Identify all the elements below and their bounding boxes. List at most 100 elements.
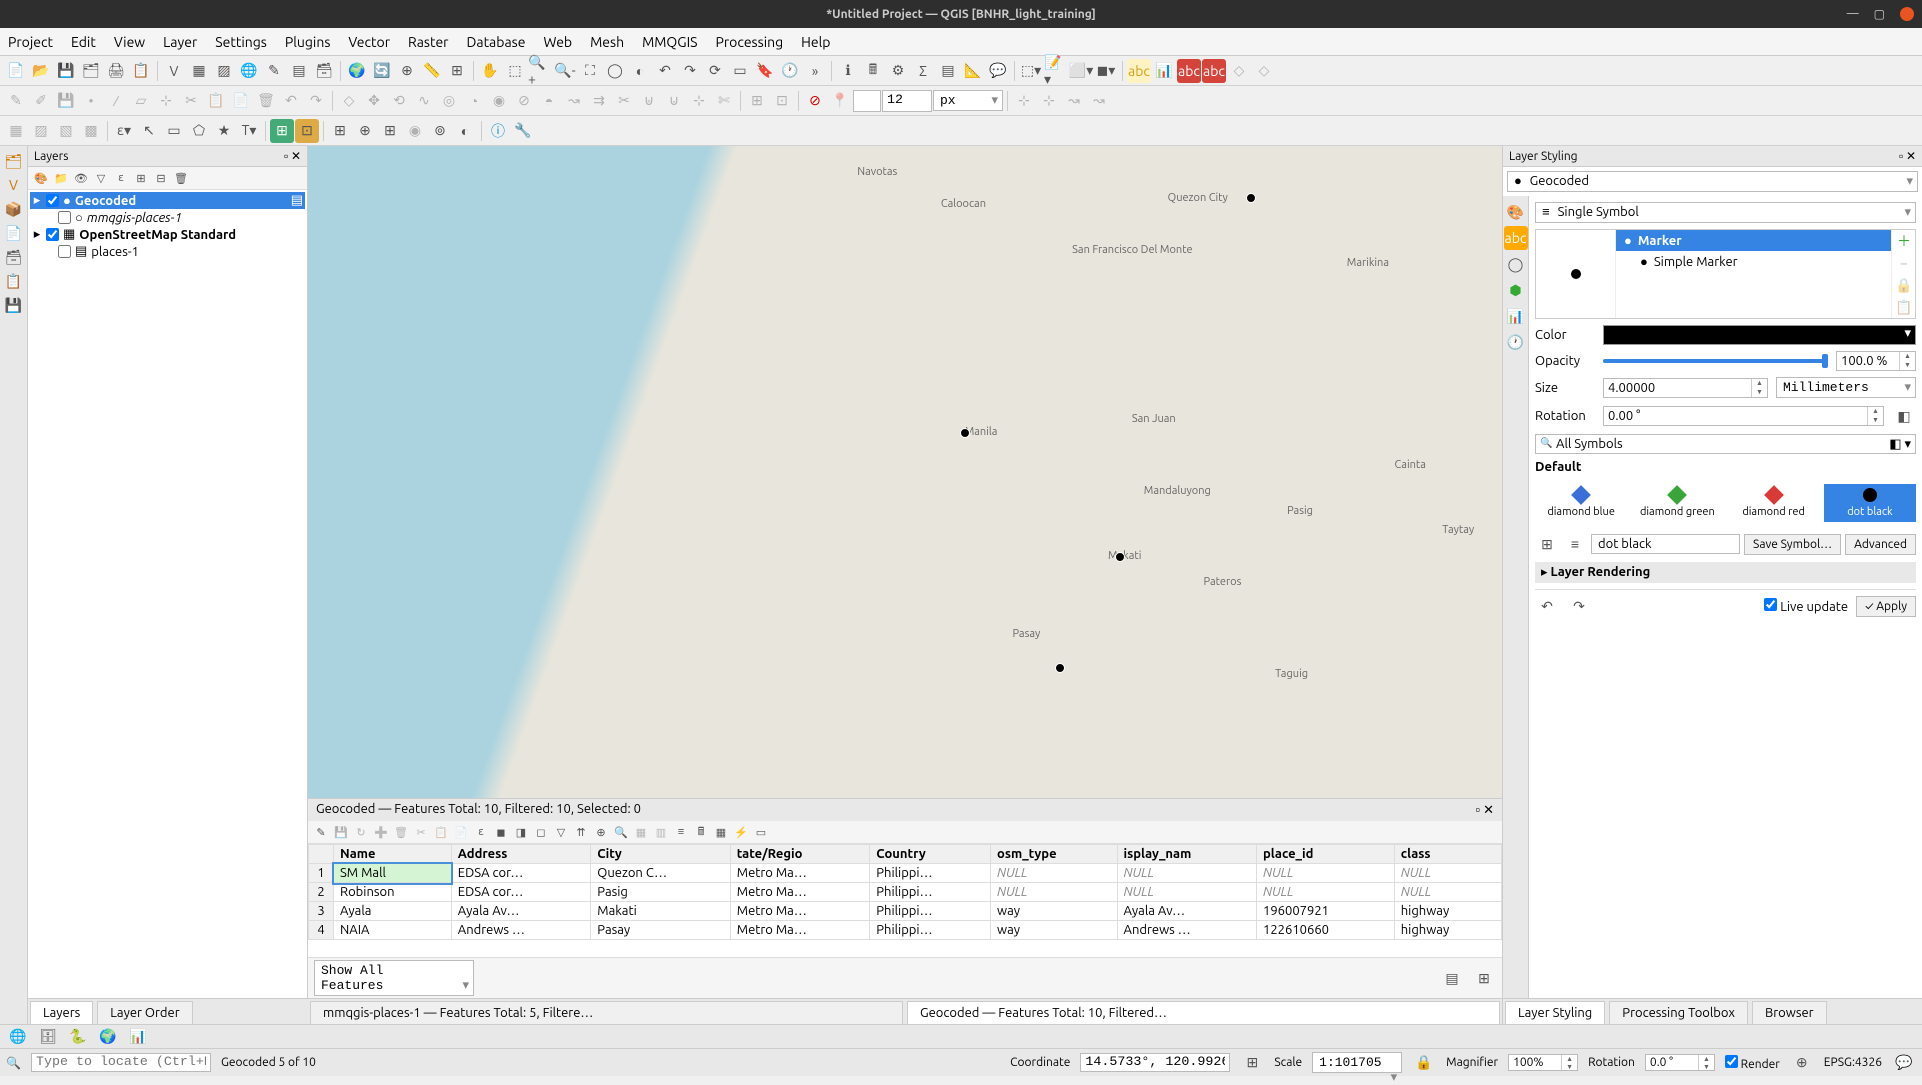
table-cell[interactable]: way [991,902,1117,921]
symbol-item[interactable]: diamond green [1631,484,1723,522]
menu-edit[interactable]: Edit [71,34,96,50]
select-rect-icon[interactable]: ▭ [162,119,186,143]
menu-settings[interactable]: Settings [215,34,267,50]
live-update-checkbox[interactable]: Live update [1764,598,1848,614]
apply-button[interactable]: ✓ Apply [1856,596,1916,617]
tab-layer-styling[interactable]: Layer Styling [1505,1001,1605,1024]
masks-tab-icon[interactable]: ◯ [1504,252,1528,276]
menu-mesh[interactable]: Mesh [590,34,624,50]
select-all-icon[interactable]: ◼ [492,823,510,841]
table-cell[interactable]: Pasay [591,921,731,940]
label-diagram-icon[interactable]: 📊 [1152,59,1176,83]
map-point-marker[interactable] [960,428,970,438]
layer-rendering-section[interactable]: ▸ Layer Rendering [1535,562,1916,583]
add-symbol-layer-icon[interactable]: ＋ [1892,230,1916,252]
tab-layer-order[interactable]: Layer Order [97,1001,192,1024]
processing-icon[interactable]: 📊 [126,1025,150,1049]
table-cell[interactable]: NULL [1257,864,1395,883]
georef-icon[interactable]: ⊞ [270,119,294,143]
minimize-button[interactable]: — [1847,7,1859,21]
symbol-list[interactable]: ● Marker ● Simple Marker [1616,230,1891,318]
table-cell[interactable]: NULL [1257,883,1395,902]
map-canvas[interactable]: NavotasCaloocanQuezon CitySan Francisco … [308,146,1502,798]
open-project-icon[interactable]: 📂 [29,59,53,83]
locator-input[interactable] [31,1053,211,1072]
statistics-icon[interactable]: Σ [911,59,935,83]
new-project-icon[interactable]: 📄 [4,59,28,83]
menu-processing[interactable]: Processing [716,34,784,50]
add-mesh-icon[interactable]: ▨ [212,59,236,83]
zoom-full-icon[interactable]: ⛶ [578,59,602,83]
menu-help[interactable]: Help [801,34,830,50]
layer-checkbox[interactable] [46,194,59,207]
table-cell[interactable]: Metro Ma… [730,921,870,940]
current-symbol-name[interactable]: dot black [1591,534,1740,554]
table-cell[interactable]: NULL [1117,864,1257,883]
table-cell[interactable]: EDSA cor… [451,883,591,902]
tab-browser[interactable]: Browser [1752,1001,1827,1024]
3d-tab-icon[interactable]: ⬢ [1504,278,1528,302]
symbol-tree-simple-marker[interactable]: ● Simple Marker [1616,251,1891,272]
table-row[interactable]: 4NAIAAndrews …PasayMetro Ma…Philippi…way… [309,921,1502,940]
table-row[interactable]: 2RobinsonEDSA cor…PasigMetro Ma…Philippi… [309,883,1502,902]
save-symbol-button[interactable]: Save Symbol… [1744,534,1841,555]
bookmark-icon[interactable]: 🔖 [753,59,777,83]
coordinate-input[interactable] [1080,1053,1230,1072]
column-header[interactable]: Country [870,845,991,864]
grid-view-icon[interactable]: ⊞ [1535,532,1559,556]
table-cell[interactable]: Robinson [334,883,452,902]
add-vector-icon[interactable]: V [162,59,186,83]
osm-icon[interactable]: 🌍 [96,1025,120,1049]
table-cell[interactable]: Metro Ma… [730,902,870,921]
layer-checkbox[interactable] [46,228,59,241]
toolbox-icon[interactable]: ⚙ [886,59,910,83]
symbol-item[interactable]: diamond red [1728,484,1820,522]
tab-processing-toolbox[interactable]: Processing Toolbox [1609,1001,1748,1024]
table-cell[interactable]: Metro Ma… [730,883,870,902]
line-width-input[interactable] [882,90,932,112]
map-point-marker[interactable] [1246,193,1256,203]
layer-item-places[interactable]: ▤ places-1 [30,243,305,260]
table-cell[interactable]: highway [1394,902,1501,921]
grid-icon[interactable]: ⊞ [328,119,352,143]
menu-vector[interactable]: Vector [348,34,390,50]
organize-icon[interactable]: ≡ [672,823,690,841]
select-icon[interactable]: ⬚▾ [1019,59,1043,83]
tab-layers[interactable]: Layers [30,1001,93,1024]
layer-add-group-icon[interactable]: 📁 [52,169,70,187]
cond-format-icon[interactable]: ▦ [712,823,730,841]
zoom-out-icon[interactable]: 🔍- [553,59,577,83]
advanced-button[interactable]: Advanced [1845,534,1916,555]
rotation-input[interactable]: 0.0 ° ▲▼ [1645,1054,1715,1071]
crs-icon[interactable]: ⊕ [395,59,419,83]
map-point-marker[interactable] [1115,552,1125,562]
table-row[interactable]: 3AyalaAyala Av…MakatiMetro Ma…Philippi…w… [309,902,1502,921]
spin-down-icon[interactable]: ▼ [1752,388,1767,397]
label-abc3-icon[interactable]: abc [1202,59,1226,83]
column-header[interactable]: Address [451,845,591,864]
expander-icon[interactable]: ▸ [32,193,42,208]
table-cell[interactable]: 122610660 [1257,921,1395,940]
print-layout-icon[interactable]: 🖨 [104,59,128,83]
spin-up-icon[interactable]: ▲ [1752,379,1767,388]
list-view-icon[interactable]: ≡ [1563,532,1587,556]
deselect-icon[interactable]: ◻ [532,823,550,841]
select-expr-icon[interactable]: ε [472,823,490,841]
layer-count-icon[interactable]: ▤ [291,193,303,208]
calculator-icon[interactable]: 🖩 [861,59,885,83]
new-gpkg-icon[interactable]: 📦 [3,198,25,220]
new-vector-icon[interactable]: V [3,174,25,196]
tab-geocoded[interactable]: Geocoded — Features Total: 10, Filtered… [907,1001,1500,1024]
select-text-icon[interactable]: T▾ [237,119,261,143]
column-header[interactable]: place_id [1257,845,1395,864]
new-spl-icon[interactable]: 🗃 [3,246,25,268]
styling-layer-combo[interactable]: ● Geocoded [1507,171,1918,192]
table-cell[interactable]: Philippi… [870,864,991,883]
table-cell[interactable]: Andrews … [451,921,591,940]
zoom-last-icon[interactable]: ↶ [653,59,677,83]
map-point-marker[interactable] [1055,663,1065,673]
zoom-selection-icon[interactable]: ◯ [603,59,627,83]
table-cell[interactable]: highway [1394,921,1501,940]
history-tab-icon[interactable]: 🕐 [1504,330,1528,354]
actions-icon[interactable]: ⚡ [732,823,750,841]
